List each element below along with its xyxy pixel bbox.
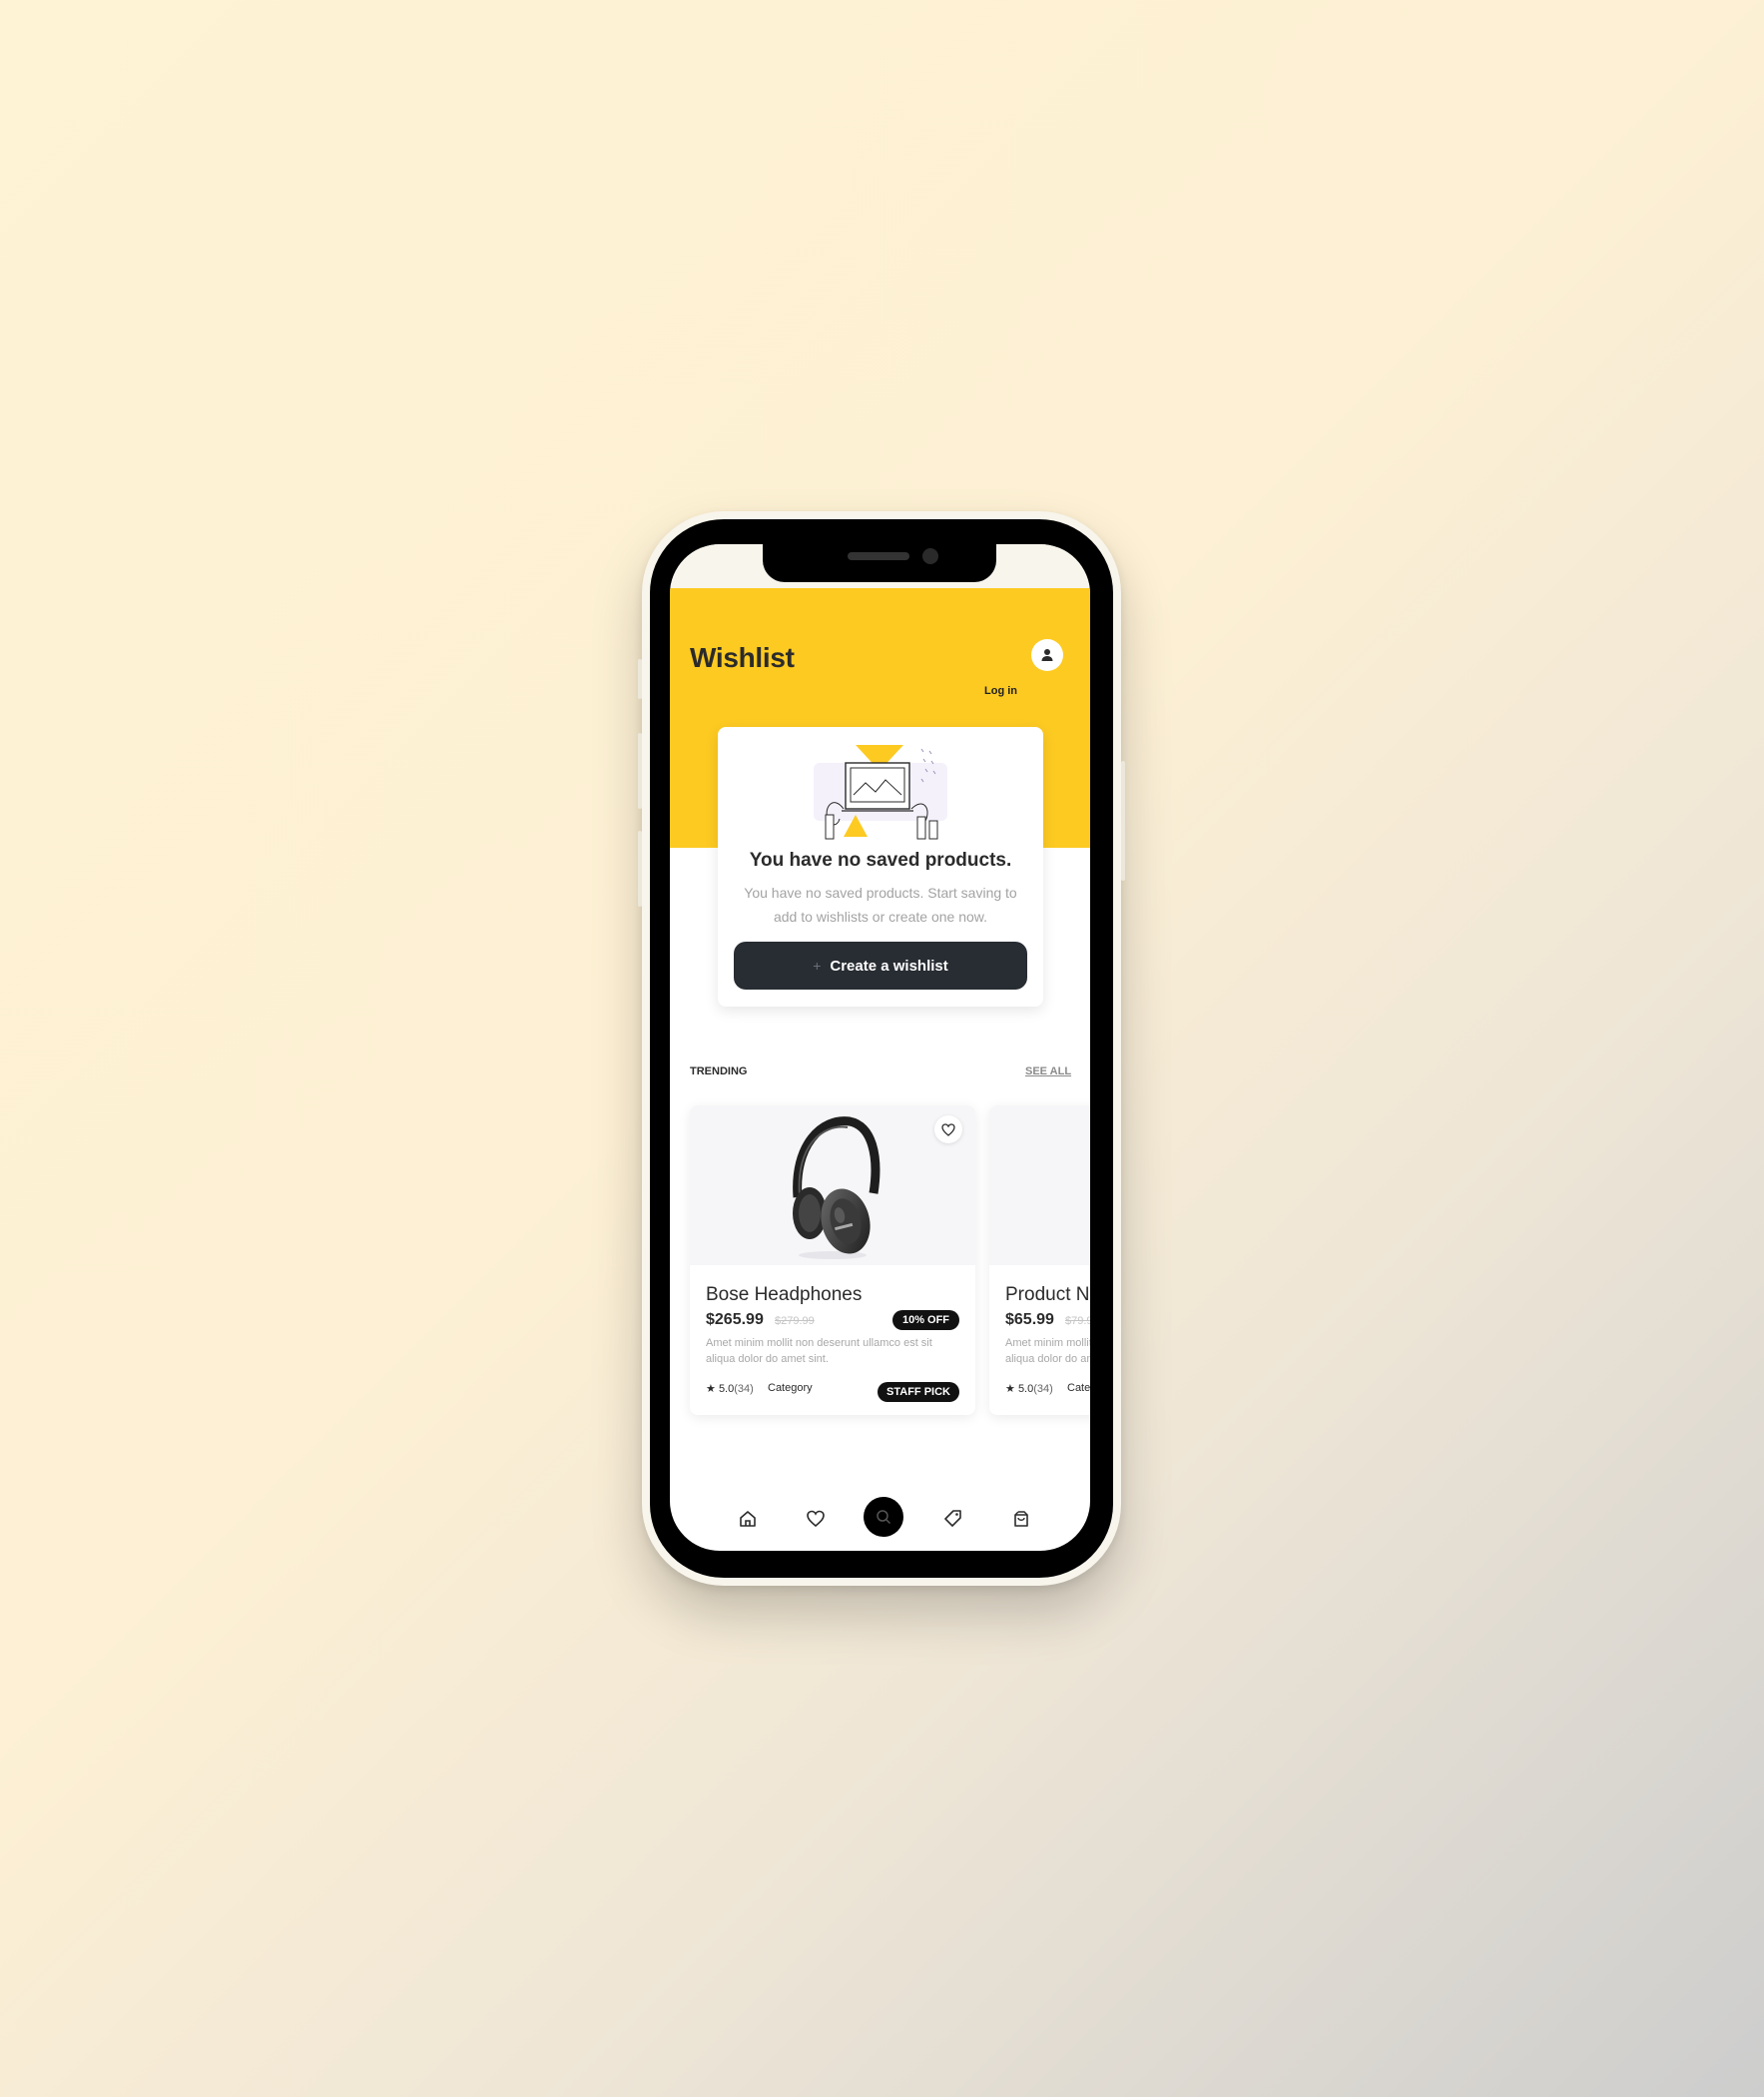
nav-home[interactable]: [728, 1499, 768, 1539]
review-count: (34): [1033, 1383, 1053, 1395]
rating-value: 5.0: [718, 1383, 735, 1395]
home-icon: [740, 1511, 756, 1527]
empty-state-title: You have no saved products.: [749, 850, 1012, 871]
nav-wishlist[interactable]: [796, 1499, 836, 1539]
empty-wishlist-card: You have no saved products. You have no …: [718, 727, 1043, 1007]
product-old-price: $279.99: [775, 1315, 815, 1327]
search-icon: [877, 1510, 891, 1525]
tag-icon: [944, 1510, 961, 1527]
product-old-price: $79.99: [1065, 1315, 1090, 1327]
phone-notch: [763, 544, 996, 582]
empty-illustration: [814, 745, 947, 840]
rating-value: 5.0: [1017, 1383, 1034, 1395]
create-wishlist-button[interactable]: + Create a wishlist: [734, 942, 1027, 990]
heart-icon: [941, 1123, 955, 1136]
plus-icon: +: [813, 958, 822, 974]
product-card[interactable]: Product Name $65.99 $79.99 Amet minim mo…: [989, 1105, 1090, 1415]
login-link[interactable]: Log in: [984, 685, 1017, 697]
staff-pick-badge: STAFF PICK: [878, 1382, 959, 1402]
volume-up-button: [638, 733, 642, 809]
discount-badge: 10% OFF: [892, 1310, 959, 1330]
bottom-nav: [670, 1491, 1090, 1543]
nav-deals[interactable]: [933, 1499, 973, 1539]
product-rating: ★ 5.0(34): [1005, 1382, 1053, 1395]
trending-heading: TRENDING: [690, 1065, 748, 1077]
create-wishlist-label: Create a wishlist: [830, 957, 948, 975]
heart-icon: [807, 1510, 825, 1528]
page-title: Wishlist: [690, 642, 795, 673]
product-image: [690, 1105, 975, 1265]
product-category: Category: [1067, 1382, 1090, 1394]
nav-search[interactable]: [864, 1497, 903, 1537]
product-name: Product Name: [1005, 1284, 1090, 1305]
front-camera: [922, 548, 938, 564]
product-description: Amet minim mollit non deserunt ullamco e…: [706, 1337, 932, 1365]
empty-state-description: You have no saved products. Start saving…: [744, 885, 1017, 925]
star-icon: ★: [706, 1383, 716, 1395]
product-category: Category: [768, 1382, 813, 1394]
volume-down-button: [638, 831, 642, 907]
speaker-grille: [848, 552, 909, 560]
headphones-image: [793, 1116, 881, 1259]
product-card[interactable]: Bose Headphones $265.99 $279.99 10% OFF …: [690, 1105, 975, 1415]
nav-cart[interactable]: [1001, 1499, 1041, 1539]
product-name: Bose Headphones: [706, 1284, 863, 1305]
user-avatar-button[interactable]: [1031, 639, 1063, 671]
app-screen: Wishlist Log in You have no saved produc…: [670, 544, 1090, 1551]
product-rating: ★ 5.0(34): [706, 1382, 754, 1395]
user-icon: [1041, 649, 1053, 661]
power-button: [1121, 761, 1125, 881]
silent-switch: [638, 659, 642, 699]
add-to-wishlist-button[interactable]: [934, 1115, 962, 1143]
see-all-link[interactable]: SEE ALL: [1025, 1065, 1071, 1077]
product-image: [989, 1105, 1090, 1265]
review-count: (34): [734, 1383, 754, 1395]
product-price: $265.99: [706, 1311, 764, 1328]
star-icon: ★: [1005, 1383, 1015, 1395]
phone-frame: Wishlist Log in You have no saved produc…: [638, 511, 1125, 1586]
product-description: Amet minim mollit non deserunt ullamco e…: [1005, 1337, 1090, 1365]
product-price: $65.99: [1005, 1311, 1054, 1328]
shopping-bag-icon: [1014, 1511, 1028, 1527]
